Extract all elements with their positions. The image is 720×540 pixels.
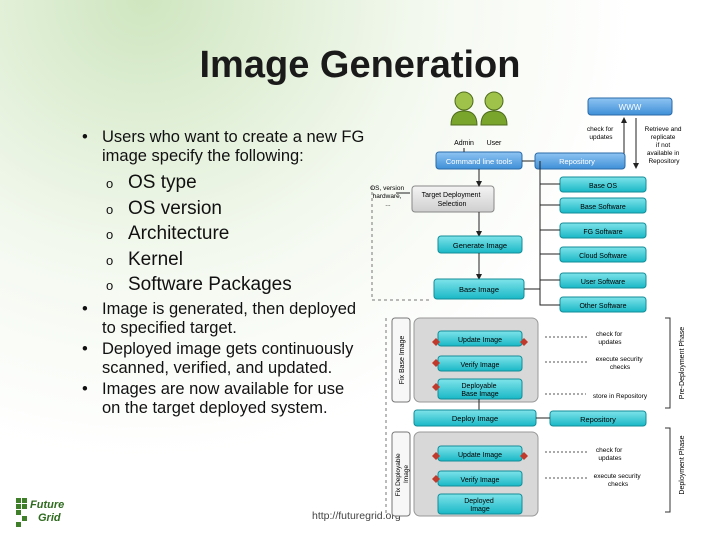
update-image-2-label: Update Image (458, 452, 502, 459)
verify-image-label: Verify Image (461, 362, 500, 369)
deployment-phase-label: Deployment Phase (679, 435, 686, 494)
repo-base-os-label: Base OS (589, 183, 617, 190)
actor-admin-label: Admin (454, 140, 474, 147)
fix-base-image-label: Fix Base Image (399, 336, 406, 385)
repository-component-list: Base OS Base Software FG Software Cloud … (559, 176, 647, 313)
retrieve-replicate-note: Retrieve and replicate if not available … (645, 126, 684, 165)
deployment-notes: check for updates execute security check… (594, 447, 643, 488)
repository-mid-label: Repository (580, 415, 616, 424)
admin-person-icon (450, 91, 478, 126)
actor-user-label: User (487, 140, 502, 147)
pre-deployment-phase-label: Pre-Deployment Phase (679, 327, 686, 399)
deployable-base-image-label: Deployable Base Image (461, 383, 498, 398)
svg-text:execute security checks: execute security checks (594, 473, 643, 488)
generate-image-label: Generate Image (453, 241, 507, 250)
www-label: WWW (619, 103, 642, 112)
repository-top-label: Repository (559, 157, 595, 166)
top-check-updates-note: check for updates (587, 126, 615, 141)
verify-image-2-label: Verify Image (461, 477, 500, 484)
svg-text:check for updates: check for updates (596, 447, 624, 462)
repo-other-software-label: Other Software (579, 303, 626, 310)
repo-cloud-software-label: Cloud Software (579, 253, 627, 260)
deploy-image-label: Deploy Image (452, 414, 498, 423)
repo-user-software-label: User Software (581, 279, 625, 286)
pre-deployment-notes: check for updates execute security check… (593, 331, 648, 400)
svg-text:store in Repository: store in Repository (593, 393, 648, 400)
target-deployment-selection-box (411, 185, 495, 213)
command-line-tools-label: Command line tools (446, 157, 513, 166)
repo-base-software-label: Base Software (580, 204, 626, 211)
svg-text:check for updates: check for updates (596, 331, 624, 346)
update-image-label: Update Image (458, 337, 502, 344)
image-generation-diagram: Admin User WWW check for updates Retriev… (370, 91, 686, 517)
svg-text:execute security checks: execute security checks (596, 356, 645, 371)
repo-fg-software-label: FG Software (583, 229, 622, 236)
user-person-icon (480, 91, 508, 126)
base-image-label: Base Image (459, 285, 499, 294)
os-version-hardware-note: OS, version hardware, ... (370, 185, 406, 208)
